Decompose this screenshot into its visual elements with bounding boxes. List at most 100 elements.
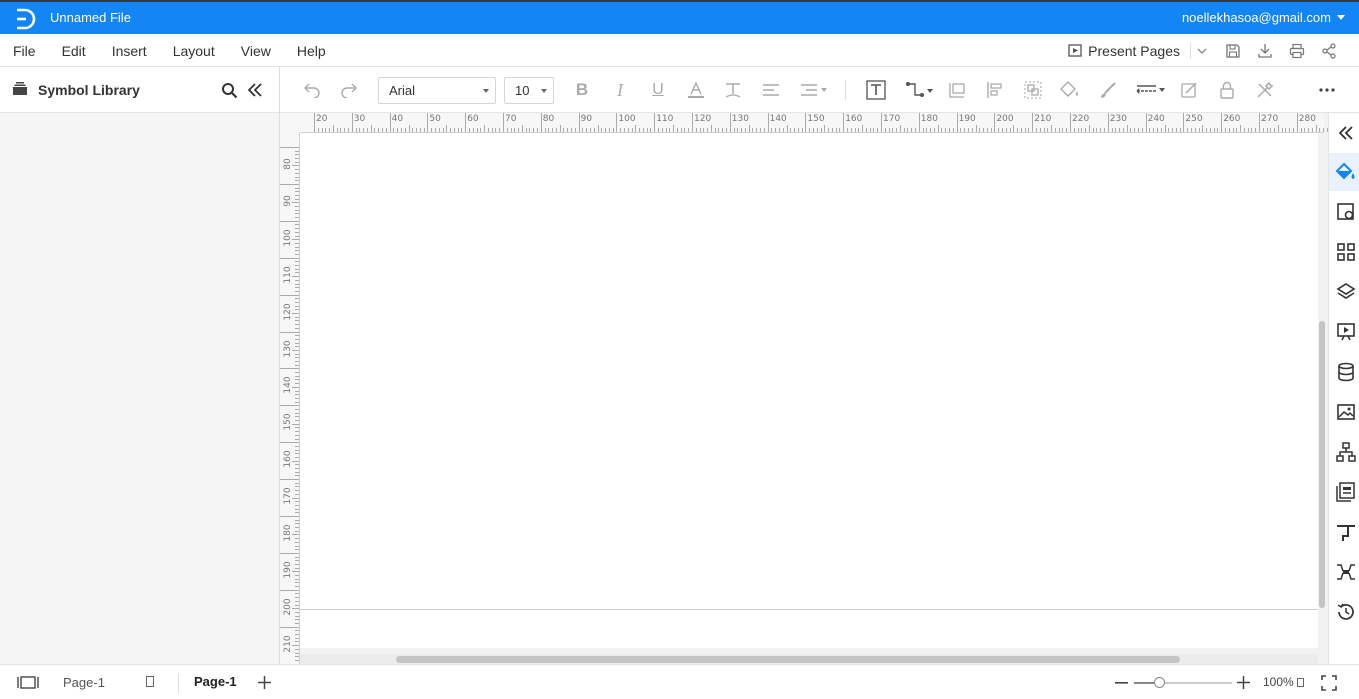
symbol-library-panel: Symbol Library	[0, 67, 280, 664]
ruler-minor-tick	[1187, 128, 1189, 132]
page-setup-button[interactable]	[1336, 202, 1356, 222]
ruler-minor-tick	[933, 128, 935, 132]
more-button[interactable]	[1315, 78, 1339, 102]
ruler-tick	[465, 113, 467, 132]
page-icon[interactable]	[146, 676, 154, 687]
ruler-minor-tick	[967, 128, 969, 132]
print-button[interactable]	[1281, 34, 1313, 67]
account-menu[interactable]: noellekhasoa@gmail.com	[1182, 10, 1345, 25]
align-shapes-button[interactable]	[983, 78, 1007, 102]
menu-layout[interactable]: Layout	[160, 43, 228, 59]
font-family-select[interactable]: Arial	[378, 77, 496, 104]
ruler-minor-tick	[295, 383, 299, 385]
ruler-minor-tick	[295, 298, 299, 300]
ruler-minor-tick	[292, 423, 299, 425]
download-icon	[1258, 43, 1272, 58]
text-box-button[interactable]	[864, 78, 888, 102]
ruler-minor-tick	[295, 586, 299, 588]
fullscreen-icon[interactable]	[1321, 675, 1337, 691]
menu-help[interactable]: Help	[284, 43, 339, 59]
zoom-slider-handle[interactable]	[1153, 677, 1165, 688]
container-button[interactable]	[945, 78, 969, 102]
fill-style-button[interactable]	[1336, 162, 1356, 182]
group-button[interactable]	[1021, 78, 1045, 102]
download-button[interactable]	[1249, 34, 1281, 67]
components-button[interactable]	[1336, 242, 1356, 262]
connector-button[interactable]	[904, 78, 936, 102]
horizontal-scrollbar[interactable]	[396, 656, 1180, 663]
ruler-label: 90	[580, 114, 593, 124]
ruler-minor-tick	[348, 128, 350, 132]
vertical-scrollbar[interactable]	[1319, 321, 1325, 608]
ruler-minor-tick	[295, 659, 299, 661]
tools-button[interactable]	[1253, 78, 1277, 102]
ruler-minor-tick	[718, 128, 720, 132]
fill-button[interactable]	[1058, 78, 1082, 102]
save-button[interactable]	[1217, 34, 1249, 67]
ruler-tick	[881, 113, 882, 132]
template-button[interactable]	[1336, 482, 1356, 502]
zoom-level[interactable]: 100%	[1263, 675, 1294, 689]
menu-insert[interactable]: Insert	[99, 43, 160, 59]
app-logo-icon[interactable]	[12, 7, 36, 31]
collapse-right-icon	[1339, 126, 1353, 140]
ruler-minor-tick	[582, 128, 584, 132]
lock-button[interactable]	[1215, 78, 1239, 102]
ruler-tick	[616, 113, 618, 132]
font-color-button[interactable]	[684, 78, 708, 102]
ruler-minor-tick	[295, 623, 299, 624]
line-color-button[interactable]	[1096, 78, 1120, 102]
ruler-minor-tick	[1088, 125, 1090, 132]
ruler-minor-tick	[1323, 128, 1325, 132]
history-button[interactable]	[1336, 602, 1356, 622]
search-icon[interactable]	[221, 82, 238, 99]
page-panel-icon[interactable]	[17, 676, 39, 689]
layers-button[interactable]	[1336, 282, 1356, 302]
ruler-tick	[503, 113, 504, 132]
image-button[interactable]	[1336, 402, 1356, 422]
ruler-minor-tick	[1277, 125, 1279, 132]
chevron-down-icon[interactable]	[1297, 678, 1304, 687]
menu-view[interactable]: View	[228, 43, 284, 59]
ruler-minor-tick	[642, 128, 644, 132]
align-button[interactable]	[759, 78, 783, 102]
chevron-down-icon[interactable]	[1197, 46, 1207, 56]
collapse-right-button[interactable]	[1336, 123, 1356, 143]
font-size-select[interactable]: 10	[504, 77, 554, 104]
undo-button[interactable]	[300, 78, 324, 102]
ruler-minor-tick	[374, 128, 376, 132]
bold-button[interactable]: B	[570, 78, 594, 102]
ruler-minor-tick	[1172, 128, 1174, 132]
edit-shape-button[interactable]	[1177, 78, 1201, 102]
text-style-button[interactable]	[721, 78, 745, 102]
present-pages-button[interactable]: Present Pages	[1068, 42, 1207, 59]
ruler-minor-tick	[1138, 128, 1140, 132]
org-chart-button[interactable]	[1336, 442, 1356, 462]
ruler-minor-tick	[295, 412, 299, 414]
ruler-minor-tick	[295, 394, 299, 396]
underline-button[interactable]: U	[646, 78, 670, 102]
italic-button[interactable]: I	[608, 78, 632, 102]
ruler-minor-tick	[295, 501, 299, 503]
collapse-left-icon[interactable]	[248, 83, 262, 97]
data-button[interactable]	[1336, 362, 1356, 382]
zoom-out-icon[interactable]	[1115, 682, 1128, 684]
drawing-page[interactable]	[300, 133, 1318, 648]
connector-style-button[interactable]	[1336, 522, 1356, 542]
share-button[interactable]	[1313, 34, 1345, 67]
page-tab-active[interactable]: Page-1	[194, 674, 237, 689]
mind-map-button[interactable]	[1336, 562, 1356, 582]
zoom-in-icon[interactable]	[1237, 676, 1250, 689]
ruler-minor-tick	[295, 464, 299, 466]
line-spacing-button[interactable]	[798, 78, 830, 102]
ruler-minor-tick	[295, 475, 299, 477]
redo-button[interactable]	[337, 78, 361, 102]
presentation-button[interactable]	[1336, 322, 1356, 342]
page-tab-inactive[interactable]: Page-1	[63, 675, 105, 690]
file-title[interactable]: Unnamed File	[50, 10, 131, 25]
add-page-icon[interactable]	[258, 676, 271, 689]
menu-file[interactable]: File	[0, 43, 49, 59]
menu-edit[interactable]: Edit	[49, 43, 99, 59]
ruler-minor-tick	[292, 239, 299, 241]
line-style-button[interactable]	[1135, 78, 1167, 102]
